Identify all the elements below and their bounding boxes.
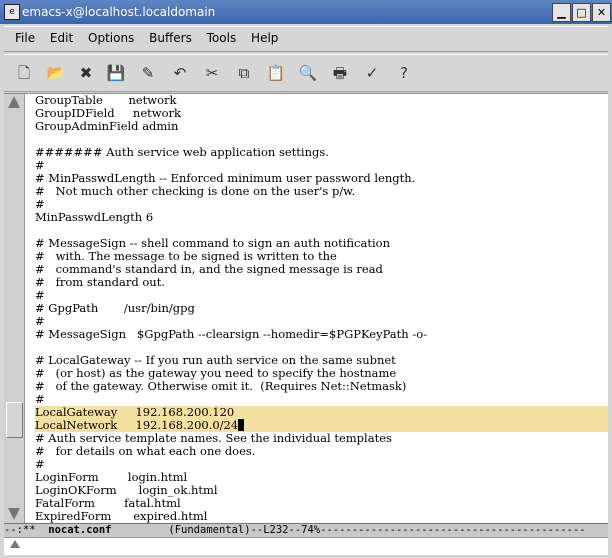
minimize-button[interactable]: ▁ [552,3,571,22]
app-icon[interactable]: e [4,4,20,20]
scroll-up-icon[interactable] [8,96,20,108]
modeline-prefix: --:** [4,524,49,536]
minibuffer[interactable] [4,537,608,555]
copy-icon[interactable]: ⧉ [232,61,256,85]
text-line[interactable]: ####### Auth service web application set… [35,146,608,159]
text-line[interactable]: # Not much other checking is done on the… [35,185,608,198]
cut-icon[interactable]: ✂ [200,61,224,85]
toolbar: 🗋 📂 ✖ 💾 ✎ ↶ ✂ ⧉ 📋 🔍 🖶 ✓ ? [4,54,608,92]
help-icon[interactable]: ? [392,61,416,85]
menu-buffers[interactable]: Buffers [149,31,192,45]
text-line[interactable]: # of the gateway. Otherwise omit it. (Re… [35,380,608,393]
scroll-thumb[interactable] [6,402,23,438]
save-icon[interactable]: 💾 [104,61,128,85]
text-line[interactable]: # from standard out. [35,276,608,289]
spell-check-icon[interactable]: ✓ [360,61,384,85]
open-folder-icon[interactable]: 📂 [44,61,68,85]
major-mode: (Fundamental) [168,524,251,536]
buffer-name: nocat.conf [48,524,112,536]
line-position: --L232--74% [250,524,321,536]
window-title: emacs-x@localhost.localdomain [22,5,216,19]
maximize-button[interactable]: □ [572,3,591,22]
text-cursor [238,419,245,431]
search-icon[interactable]: 🔍 [296,61,320,85]
new-file-icon[interactable]: 🗋 [12,61,36,85]
minibuffer-scroll-icon[interactable] [10,540,20,548]
text-line[interactable]: # MessageSign $GpgPath --clearsign --hom… [35,328,608,341]
menu-options[interactable]: Options [88,31,134,45]
undo-icon[interactable]: ↶ [168,61,192,85]
menu-tools[interactable]: Tools [207,31,237,45]
close-button[interactable]: ✕ [592,3,611,22]
text-line[interactable]: # GpgPath /usr/bin/gpg [35,302,608,315]
buffer-text[interactable]: GroupTable network GroupIDField network Gr… [35,94,608,524]
save-as-icon[interactable]: ✎ [136,61,160,85]
close-icon[interactable]: ✖ [74,61,98,85]
text-line[interactable]: MinPasswdLength 6 [35,211,608,224]
title-bar[interactable]: e emacs-x@localhost.localdomain ▁ □ ✕ [0,0,612,24]
mode-line: --:** nocat.conf (Fundamental)--L232--74… [4,523,608,537]
editor-pane[interactable]: GroupTable network GroupIDField network Gr… [4,93,608,524]
vertical-scrollbar[interactable] [4,94,25,524]
print-icon[interactable]: 🖶 [328,61,352,85]
menu-file[interactable]: File [15,31,35,45]
text-line[interactable]: # for details on what each one does. [35,445,608,458]
menu-bar: File Edit Options Buffers Tools Help [4,26,608,52]
menu-edit[interactable]: Edit [50,31,73,45]
scroll-down-icon[interactable] [8,508,20,520]
text-line[interactable]: GroupAdminField admin [35,120,608,133]
text-line[interactable]: ExpiredForm expired.html [35,510,608,523]
menu-help[interactable]: Help [251,31,278,45]
paste-icon[interactable]: 📋 [264,61,288,85]
